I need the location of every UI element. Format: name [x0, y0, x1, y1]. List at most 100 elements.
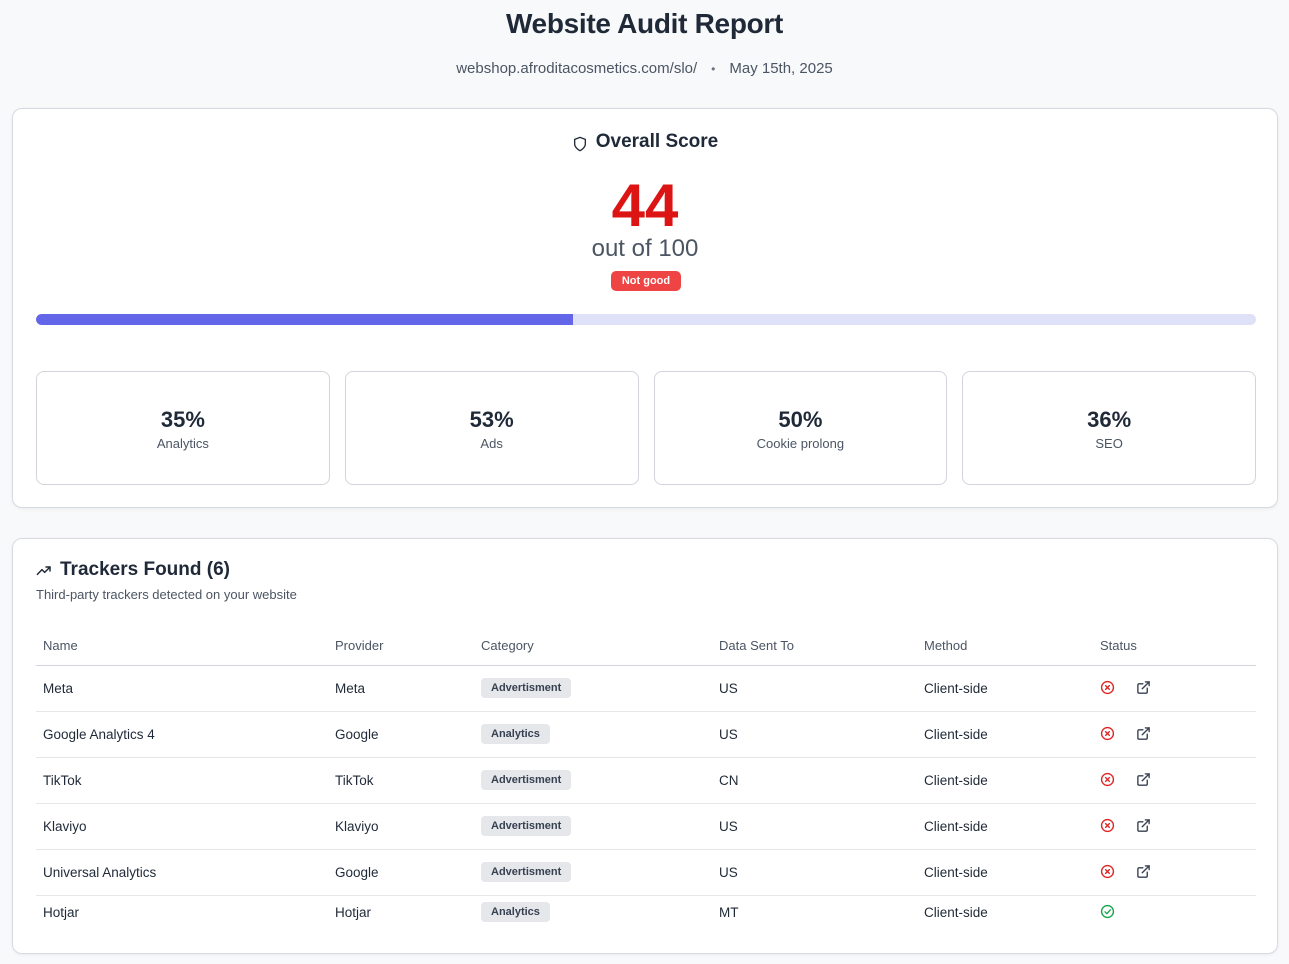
tracker-data-sent-to: US — [712, 803, 917, 850]
tracker-status — [1093, 665, 1256, 712]
x-circle-icon — [1100, 680, 1116, 696]
table-row: Klaviyo Klaviyo Advertisment US Client-side — [36, 803, 1256, 850]
metric-value: 35% — [160, 406, 205, 432]
tracker-status — [1093, 803, 1256, 850]
tracker-status — [1093, 849, 1256, 896]
metric-label: Ads — [480, 435, 503, 451]
category-badge: Advertisment — [481, 678, 572, 698]
category-badge: Advertisment — [481, 770, 572, 790]
tracker-name: TikTok — [36, 757, 328, 804]
external-link-icon[interactable] — [1136, 680, 1152, 696]
table-row: Hotjar Hotjar Analytics MT Client-side — [36, 895, 1256, 929]
tracker-name: Meta — [36, 665, 328, 712]
table-row: Meta Meta Advertisment US Client-side — [36, 665, 1256, 712]
tracker-method: Client-side — [917, 757, 1093, 804]
tracker-provider: Google — [328, 711, 474, 758]
tracker-status — [1093, 711, 1256, 758]
report-header: Website Audit Report webshop.afroditacos… — [0, 0, 1289, 77]
tracker-provider: Meta — [328, 665, 474, 712]
score-status-badge: Not good — [611, 271, 681, 291]
tracker-category-cell: Advertisment — [474, 803, 712, 850]
metric-label: Cookie prolong — [756, 435, 845, 451]
tracker-data-sent-to: US — [712, 849, 917, 896]
tracker-method: Client-side — [917, 665, 1093, 712]
tracker-status — [1093, 895, 1256, 929]
tracker-name: Klaviyo — [36, 803, 328, 850]
tracker-category-cell: Advertisment — [474, 757, 712, 804]
metric-value: 53% — [469, 406, 514, 432]
meta-separator: • — [711, 61, 716, 76]
x-circle-icon — [1100, 818, 1116, 834]
metric-value: 50% — [778, 406, 823, 432]
score-value: 44 — [611, 172, 679, 239]
column-header: Status — [1093, 627, 1256, 666]
trackers-title: Trackers Found (6) — [60, 559, 230, 580]
tracker-provider: Google — [328, 849, 474, 896]
shield-icon — [572, 134, 588, 152]
tracker-category-cell: Analytics — [474, 895, 712, 929]
category-badge: Advertisment — [481, 816, 572, 836]
column-header: Provider — [328, 627, 474, 666]
tracker-data-sent-to: CN — [712, 757, 917, 804]
category-badge: Advertisment — [481, 862, 572, 882]
table-header-row: Name Provider Category Data Sent To Method St… — [36, 627, 1256, 666]
external-link-icon[interactable] — [1136, 818, 1152, 834]
external-link-icon[interactable] — [1136, 726, 1152, 742]
score-out-of: out of 100 — [591, 235, 699, 262]
tracker-provider: Hotjar — [335, 904, 372, 920]
report-date: May 15th, 2025 — [729, 60, 833, 77]
trackers-heading: Trackers Found (6) — [36, 559, 230, 581]
category-badge: Analytics — [481, 902, 550, 923]
report-meta: webshop.afroditacosmetics.com/slo/ • May… — [0, 60, 1289, 77]
metric-card: 50% Cookie prolong — [653, 371, 948, 485]
tracker-method: Client-side — [917, 711, 1093, 758]
tracker-category-cell: Advertisment — [474, 665, 712, 712]
overall-score-heading: Overall Score — [13, 131, 1277, 153]
tracker-method: Client-side — [917, 849, 1093, 896]
x-circle-icon — [1100, 726, 1116, 742]
overall-score-card: Overall Score 44 out of 100 Not good 35%… — [12, 108, 1278, 508]
tracker-provider: TikTok — [328, 757, 474, 804]
column-header: Name — [36, 627, 328, 666]
tracker-method: Client-side — [917, 803, 1093, 850]
tracker-method: Client-side — [924, 904, 988, 920]
trackers-subtitle: Third-party trackers detected on your we… — [36, 587, 297, 602]
page-title: Website Audit Report — [505, 8, 784, 39]
external-link-icon[interactable] — [1136, 772, 1152, 788]
trending-up-icon — [36, 562, 52, 578]
score-progress-fill — [36, 314, 573, 325]
tracker-data-sent-to: MT — [719, 904, 739, 920]
column-header: Category — [474, 627, 712, 666]
trackers-table: Name Provider Category Data Sent To Method St… — [36, 627, 1256, 929]
tracker-name: Hotjar — [43, 904, 80, 920]
category-badge: Analytics — [481, 724, 550, 744]
tracker-data-sent-to: US — [712, 711, 917, 758]
metrics-row: 35% Analytics 53% Ads 50% Cookie prolong 36% SE… — [36, 371, 1256, 485]
tracker-provider: Klaviyo — [328, 803, 474, 850]
trackers-card: Trackers Found (6) Third-party trackers … — [12, 538, 1278, 954]
x-circle-icon — [1100, 772, 1116, 788]
overall-score-title: Overall Score — [595, 131, 719, 152]
column-header: Method — [917, 627, 1093, 666]
table-row: Google Analytics 4 Google Analytics US Clien… — [36, 711, 1256, 758]
x-circle-icon — [1100, 864, 1116, 880]
score-progress-bar — [36, 314, 1256, 325]
table-body: Meta Meta Advertisment US Client-side Google … — [36, 665, 1256, 929]
tracker-status — [1093, 757, 1256, 804]
column-header: Data Sent To — [712, 627, 917, 666]
metric-card: 36% SEO — [962, 371, 1256, 485]
metric-card: 35% Analytics — [36, 371, 330, 485]
tracker-data-sent-to: US — [712, 665, 917, 712]
metric-label: Analytics — [156, 435, 209, 451]
tracker-category-cell: Advertisment — [474, 849, 712, 896]
tracker-name: Universal Analytics — [36, 849, 328, 896]
metric-label: SEO — [1095, 435, 1123, 451]
external-link-icon[interactable] — [1136, 864, 1152, 880]
tracker-name: Google Analytics 4 — [36, 711, 328, 758]
tracker-category-cell: Analytics — [474, 711, 712, 758]
metric-card: 53% Ads — [344, 371, 639, 485]
check-circle-icon — [1100, 904, 1116, 920]
metric-value: 36% — [1087, 406, 1132, 432]
table-row: Universal Analytics Google Advertisment US C… — [36, 849, 1256, 896]
site-url: webshop.afroditacosmetics.com/slo/ — [456, 60, 698, 77]
